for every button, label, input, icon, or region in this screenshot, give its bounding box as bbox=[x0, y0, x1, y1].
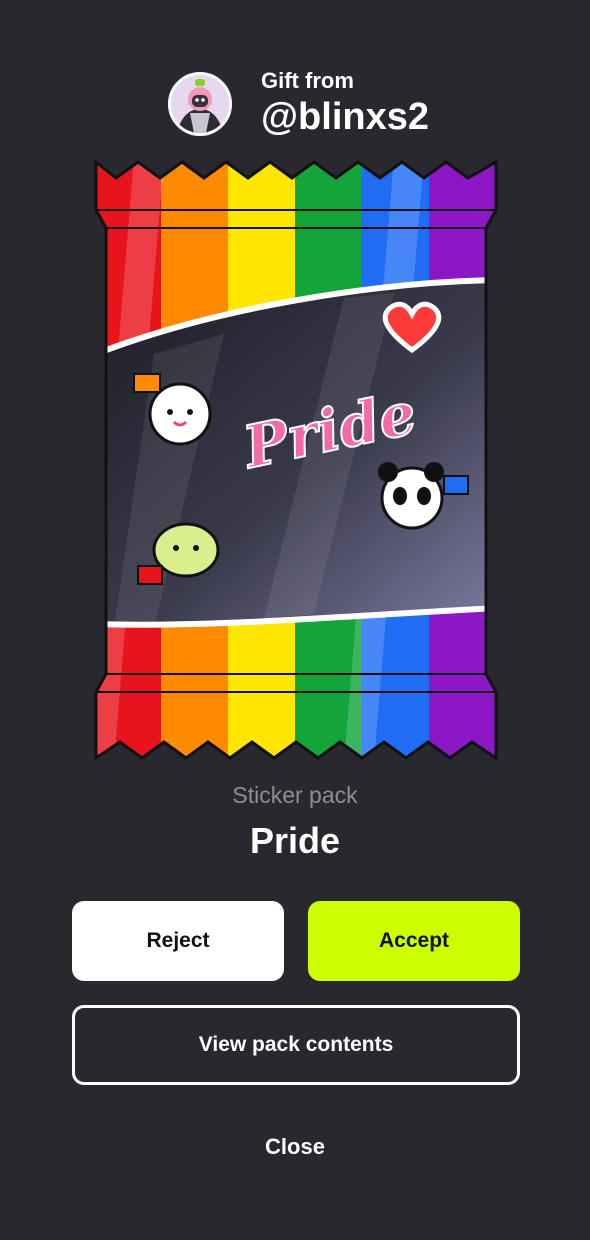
pack-type-label: Sticker pack bbox=[232, 782, 358, 808]
avatar-image-icon bbox=[171, 75, 229, 133]
avatar bbox=[168, 72, 232, 136]
sender-username: @blinxs2 bbox=[261, 96, 429, 138]
gift-header: Gift from @blinxs2 bbox=[168, 64, 468, 144]
accept-button[interactable]: Accept bbox=[308, 901, 520, 981]
gift-sheet: Gift from @blinxs2 Pride Sticker pack Pr… bbox=[0, 0, 590, 1240]
view-pack-contents-button[interactable]: View pack contents bbox=[72, 1005, 520, 1085]
gift-from-label: Gift from bbox=[261, 68, 354, 93]
reject-button-label: Reject bbox=[146, 929, 210, 952]
pack-name: Pride bbox=[249, 820, 341, 861]
close-button-label: Close bbox=[265, 1134, 325, 1159]
view-pack-contents-label: View pack contents bbox=[198, 1033, 394, 1056]
sticker-pack-artwork: Pride bbox=[94, 158, 498, 762]
close-button[interactable]: Close bbox=[0, 1134, 590, 1160]
accept-button-label: Accept bbox=[378, 929, 450, 952]
pack-wrapper-icon: Pride bbox=[94, 158, 498, 761]
reject-button[interactable]: Reject bbox=[72, 901, 284, 981]
